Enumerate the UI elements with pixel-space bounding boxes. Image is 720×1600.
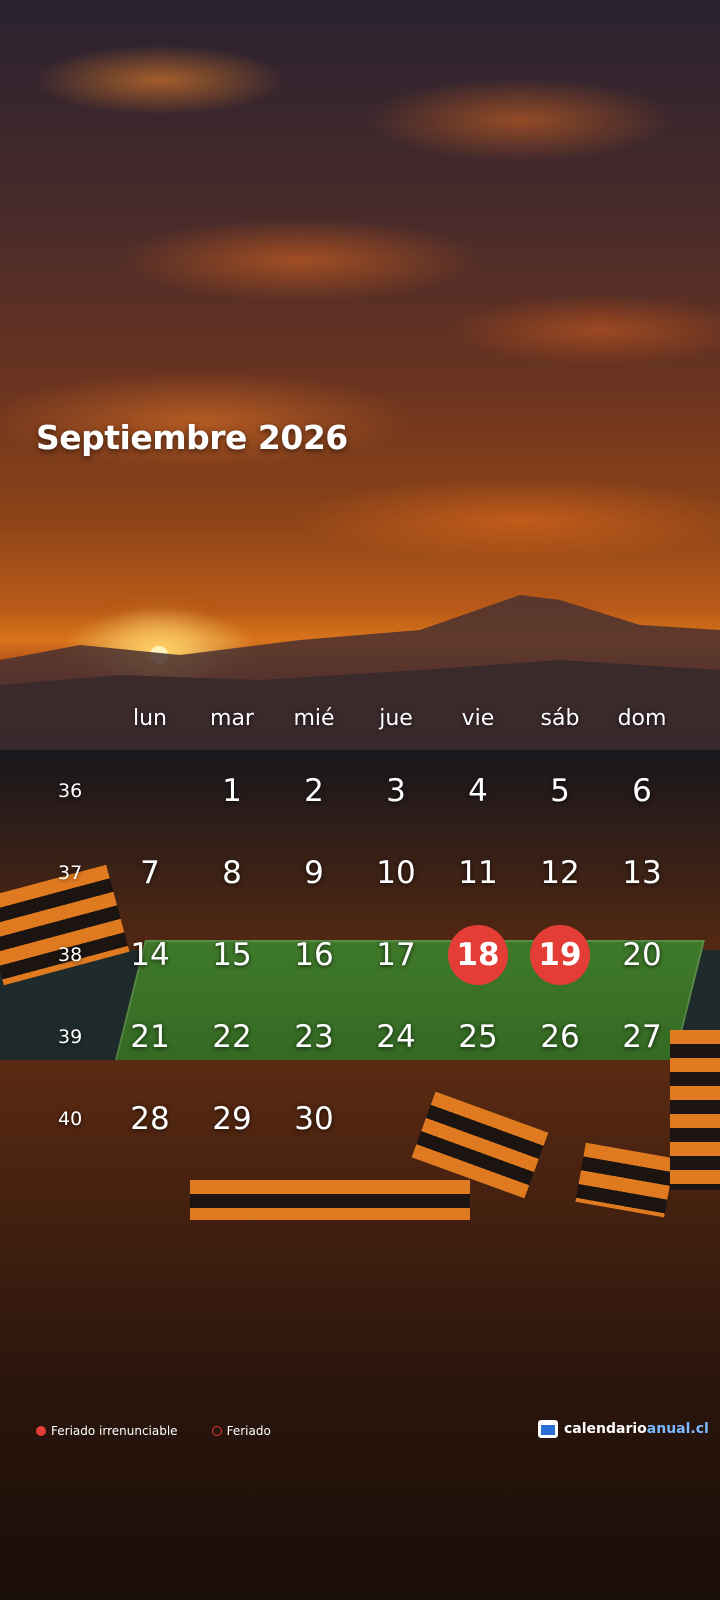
legend-irrenunciable-label: Feriado irrenunciable [51,1424,178,1438]
brand-name-part1: calendario [564,1421,647,1437]
month-title: Septiembre 2026 [36,418,348,457]
brand-name: calendarioanual.cl [564,1421,709,1437]
legend-irrenunciable: Feriado irrenunciable [36,1424,178,1438]
flag [670,1030,720,1190]
scarf [190,1180,470,1220]
filled-dot-icon [36,1426,46,1436]
ring-dot-icon [211,1426,222,1436]
sunset-clouds [0,0,720,680]
legend-feriado: Feriado [211,1424,271,1438]
legend-feriado-label: Feriado [226,1424,271,1438]
brand-logo: calendarioanual.cl [538,1420,709,1438]
mountains [0,595,720,730]
background-photo [0,0,720,1600]
calendar-icon [538,1420,558,1438]
crowd [0,1060,720,1600]
brand-name-part2: anual.cl [646,1421,709,1437]
legend: Feriado irrenunciable Feriado [36,1424,271,1438]
